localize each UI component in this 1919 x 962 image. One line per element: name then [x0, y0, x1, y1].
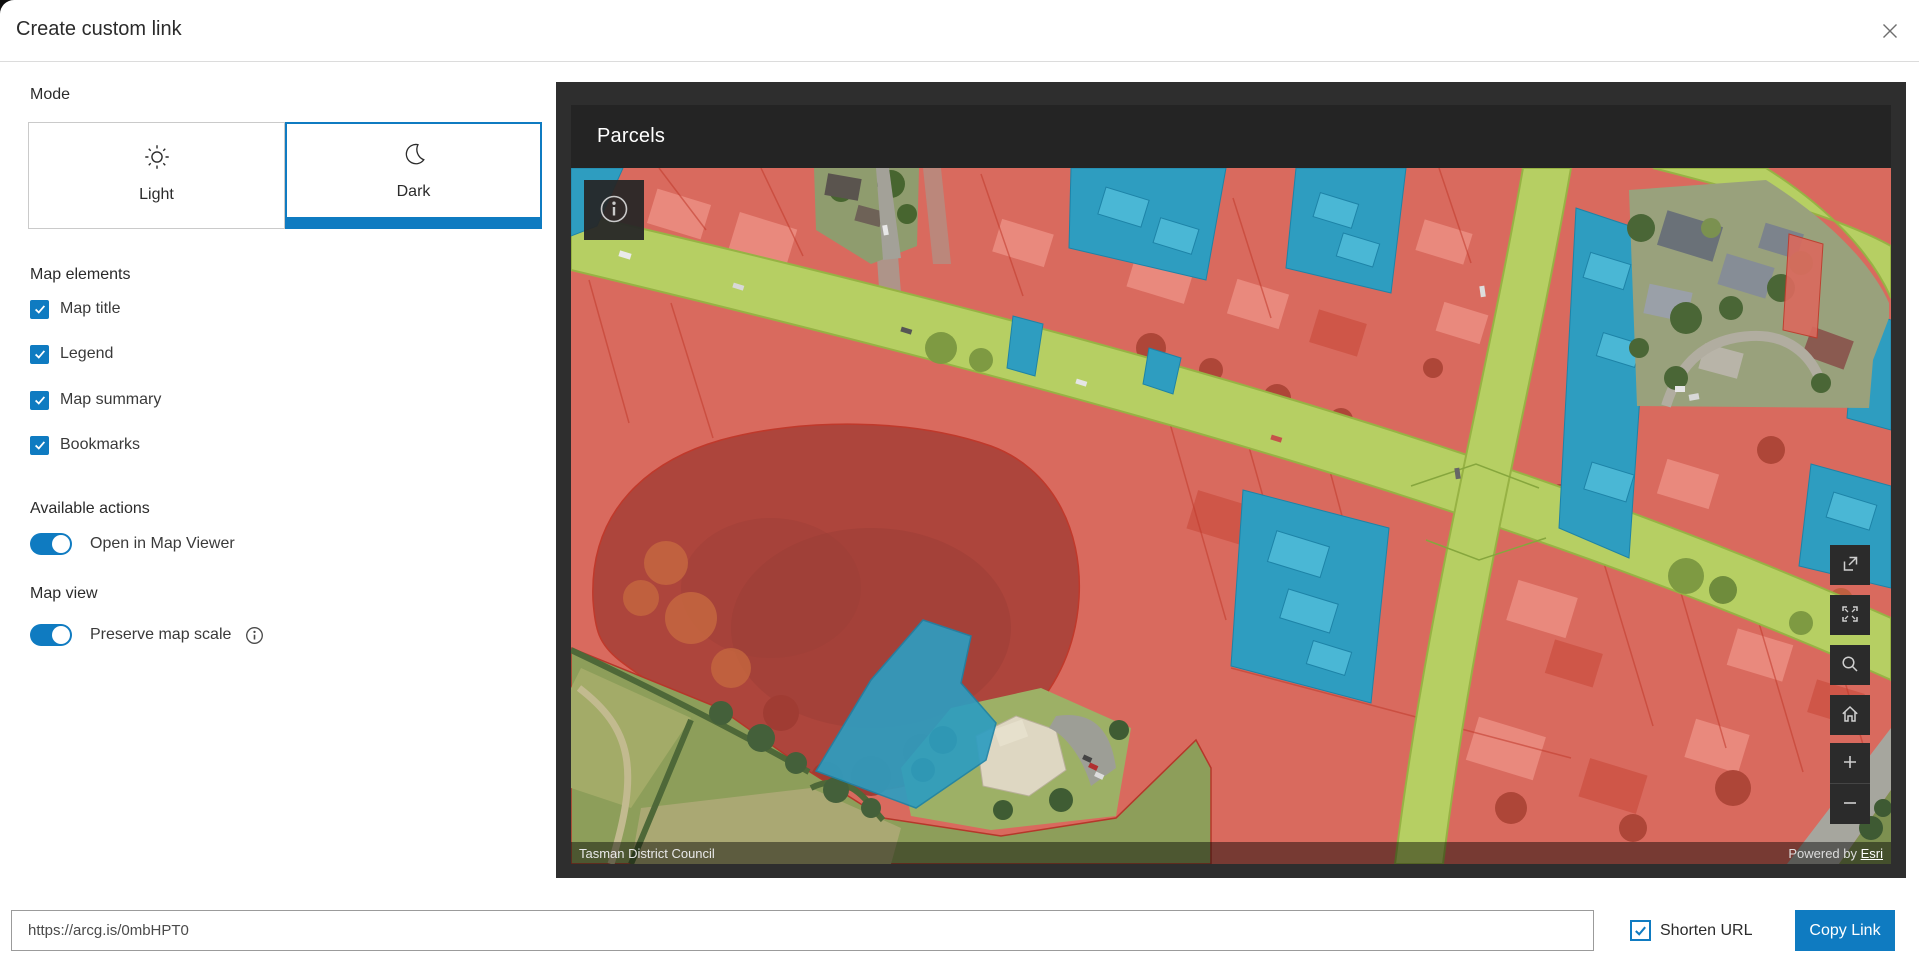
- checkbox-row-legend[interactable]: Legend: [30, 343, 113, 365]
- checkbox-label: Legend: [60, 345, 114, 362]
- toggle-label: Open in Map Viewer: [90, 535, 235, 552]
- footer-bar: Shorten URL Copy Link: [0, 886, 1919, 962]
- checkbox-checked-icon: [30, 435, 49, 455]
- mode-option-dark[interactable]: Dark: [285, 122, 542, 229]
- checkbox-label: Map title: [60, 300, 121, 317]
- mode-option-light[interactable]: Light: [28, 122, 285, 229]
- dialog-header: Create custom link: [0, 0, 1919, 62]
- open-in-new-button[interactable]: [1830, 545, 1870, 585]
- search-button[interactable]: [1830, 645, 1870, 685]
- checkbox-label: Map summary: [60, 391, 162, 408]
- toggle-knob: [52, 535, 70, 553]
- dialog-title: Create custom link: [16, 18, 182, 40]
- checkbox-checked-icon: [30, 390, 49, 410]
- zoom-controls: [1830, 743, 1870, 824]
- toggle-label: Preserve map scale: [90, 626, 232, 643]
- map-elements-section-label: Map elements: [30, 266, 131, 283]
- mode-section-label: Mode: [30, 86, 71, 103]
- mode-selector: Light Dark: [28, 122, 542, 229]
- zoom-in-button[interactable]: [1830, 743, 1870, 783]
- attribution-powered-by: Powered by Esri: [1788, 846, 1883, 861]
- available-actions-section-label: Available actions: [30, 500, 150, 517]
- zoom-out-button[interactable]: [1830, 784, 1870, 824]
- toggle-on-switch[interactable]: [30, 624, 72, 646]
- map-scene: [571, 168, 1891, 864]
- checkbox-row-map-title[interactable]: Map title: [30, 298, 120, 320]
- map-attribution-bar: Tasman District Council Powered by Esri: [571, 842, 1891, 864]
- mode-option-label: Dark: [396, 182, 431, 200]
- zoom-out-icon: [1841, 794, 1859, 815]
- map-imagery[interactable]: Tasman District Council Powered by Esri: [571, 168, 1891, 864]
- checkbox-label: Bookmarks: [60, 436, 141, 453]
- info-icon[interactable]: [245, 626, 264, 645]
- attribution-source: Tasman District Council: [579, 845, 715, 861]
- toggle-knob: [52, 626, 70, 644]
- home-icon: [1840, 704, 1860, 727]
- close-icon: [1882, 23, 1898, 42]
- expand-button[interactable]: [1830, 595, 1870, 635]
- info-icon: [595, 190, 633, 231]
- toggle-row-open-in-map-viewer[interactable]: Open in Map Viewer: [30, 533, 235, 555]
- checkbox-checked-icon: [30, 344, 49, 364]
- sun-icon: [142, 142, 172, 177]
- zoom-in-icon: [1841, 753, 1859, 774]
- mode-option-label: Light: [139, 185, 174, 203]
- powered-by-text: Powered by: [1788, 845, 1861, 861]
- close-button[interactable]: [1875, 17, 1905, 47]
- open-in-new-icon: [1840, 554, 1860, 577]
- home-button[interactable]: [1830, 695, 1870, 735]
- window-corner-artifact: [0, 0, 20, 16]
- map-title-bar: Parcels: [571, 105, 1891, 168]
- esri-link[interactable]: Esri: [1861, 846, 1883, 861]
- expand-icon: [1840, 604, 1860, 627]
- checkbox-row-map-summary[interactable]: Map summary: [30, 389, 161, 411]
- copy-link-button[interactable]: Copy Link: [1795, 910, 1895, 951]
- toggle-row-preserve-map-scale[interactable]: Preserve map scale: [30, 624, 264, 646]
- map-title: Parcels: [597, 125, 666, 147]
- map-info-button[interactable]: [584, 180, 644, 240]
- checkbox-row-bookmarks[interactable]: Bookmarks: [30, 434, 140, 456]
- options-panel: Mode Light Dark Map elements Map title L…: [0, 62, 556, 886]
- map-preview: Parcels Tasman District Council Powered …: [571, 105, 1891, 864]
- search-icon: [1840, 654, 1860, 677]
- share-url-input[interactable]: [11, 910, 1594, 951]
- toggle-on-switch[interactable]: [30, 533, 72, 555]
- shorten-url-control[interactable]: Shorten URL: [1630, 910, 1753, 951]
- shorten-url-checkbox[interactable]: [1630, 920, 1651, 941]
- checkbox-checked-icon: [30, 299, 49, 319]
- shorten-url-label: Shorten URL: [1660, 921, 1753, 939]
- map-view-section-label: Map view: [30, 585, 98, 602]
- moon-icon: [400, 141, 428, 174]
- map-preview-panel: Parcels Tasman District Council Powered …: [556, 82, 1906, 878]
